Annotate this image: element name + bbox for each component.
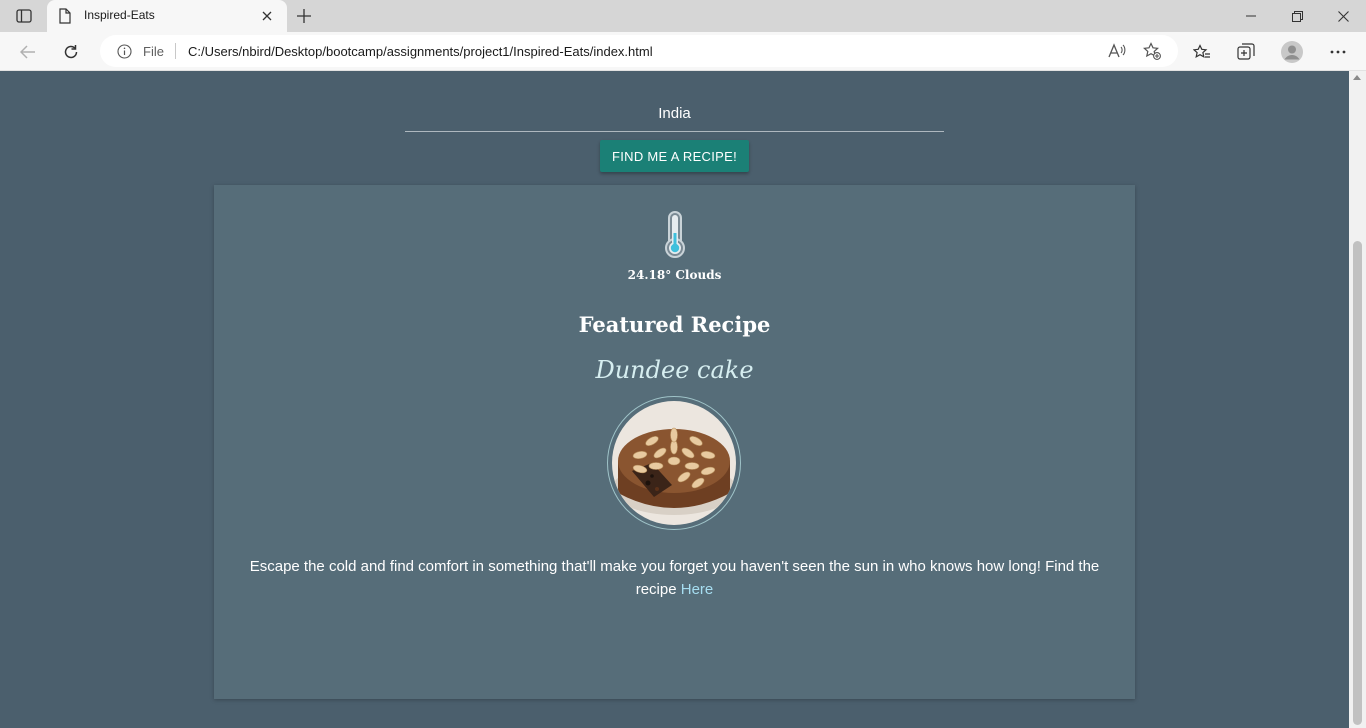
back-icon[interactable] [12,36,44,68]
file-label: File [143,44,164,59]
recipe-card: 24.18° Clouds Featured Recipe Dundee cak… [214,185,1135,699]
file-icon [58,8,72,29]
browser-tab[interactable]: Inspired-Eats [47,0,287,32]
favorites-icon[interactable] [1186,36,1218,68]
featured-recipe-heading: Featured Recipe [578,312,771,337]
info-icon[interactable] [117,44,132,64]
browser-toolbar: File C:/Users/nbird/Desktop/bootcamp/ass… [0,32,1366,71]
recipe-image [607,396,741,530]
recipe-description: Escape the cold and find comfort in some… [234,555,1115,601]
minimize-icon[interactable] [1228,0,1274,32]
page-viewport: ​ FIND ME A RECIPE! 24.18° Clouds Featur… [0,71,1349,728]
new-tab-icon[interactable] [292,4,316,28]
scroll-thumb[interactable] [1353,241,1362,725]
page-scrollbar[interactable] [1349,71,1366,728]
refresh-icon[interactable] [55,36,87,68]
description-text: Escape the cold and find comfort in some… [249,558,1100,598]
profile-avatar-icon[interactable] [1276,36,1308,68]
address-bar[interactable]: File C:/Users/nbird/Desktop/bootcamp/ass… [100,35,1178,67]
weather-readout: 24.18° Clouds [627,268,722,282]
find-recipe-button[interactable]: FIND ME A RECIPE! [600,140,749,172]
close-tab-icon[interactable] [259,8,275,24]
recipe-name: Dundee cake [595,356,754,384]
tab-title: Inspired-Eats [84,8,155,22]
tab-actions-icon[interactable] [8,4,40,28]
url-text[interactable]: C:/Users/nbird/Desktop/bootcamp/assignme… [188,44,653,59]
read-aloud-icon[interactable] [1105,39,1129,63]
thermometer-icon [663,211,687,264]
close-window-icon[interactable] [1320,0,1366,32]
address-divider [175,43,176,59]
scrolled-off-tagline: ​ [460,71,890,84]
recipe-link[interactable]: Here [681,581,714,598]
add-favorite-icon[interactable] [1140,39,1164,63]
collections-icon[interactable] [1230,36,1262,68]
scroll-up-arrow-icon[interactable] [1353,75,1361,80]
restore-icon[interactable] [1274,0,1320,32]
country-input[interactable] [405,95,944,132]
tab-strip: Inspired-Eats [0,0,1366,32]
more-options-icon[interactable] [1322,36,1354,68]
